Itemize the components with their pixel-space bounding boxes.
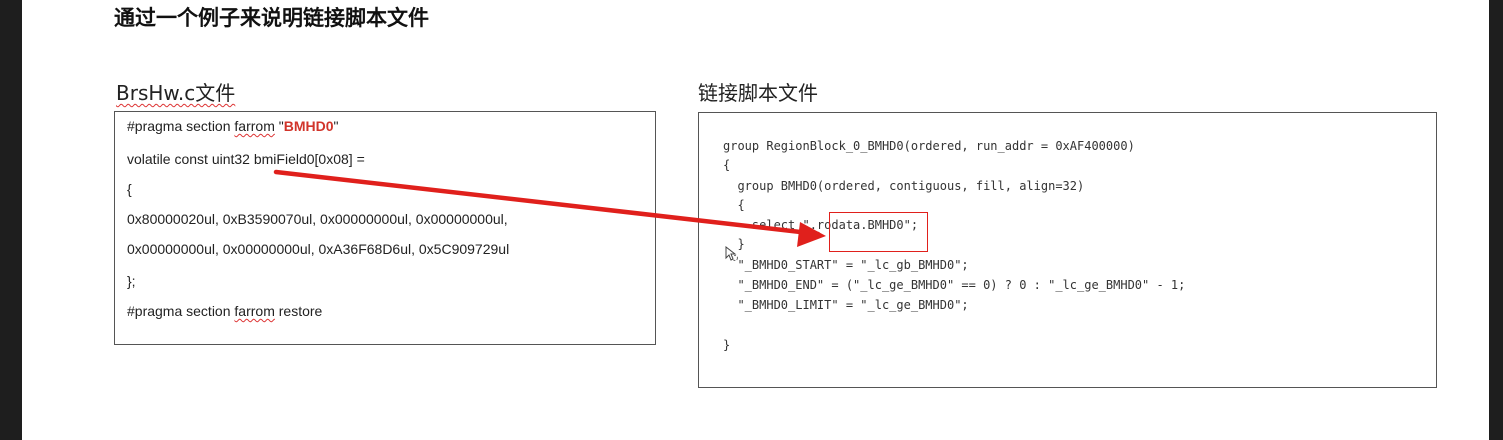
slide-page: 通过一个例子来说明链接脚本文件 BrsHw.c文件 #pragma sectio… bbox=[0, 0, 1503, 440]
arrow-head bbox=[797, 222, 826, 247]
link-arrow bbox=[273, 169, 826, 247]
arrow-line bbox=[273, 169, 821, 237]
